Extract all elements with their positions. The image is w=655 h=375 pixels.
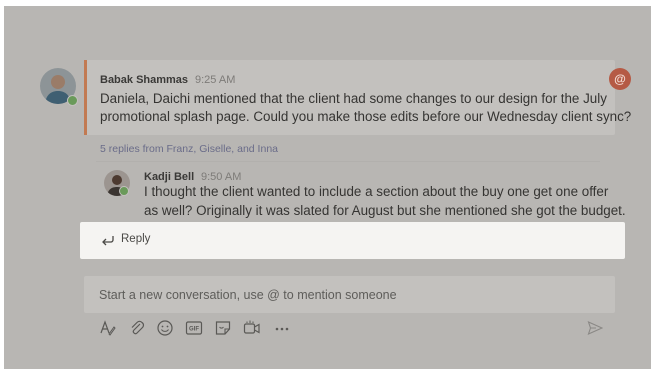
attach-icon[interactable] [128,319,146,337]
gif-label: GIF [189,327,199,333]
reply-message-line2: as well? Originally it was slated for Au… [144,203,626,218]
compose-box[interactable] [84,276,615,313]
presence-available-icon [119,186,129,196]
reply-label: Reply [121,233,151,245]
meet-now-icon[interactable] [243,319,261,337]
gif-icon[interactable]: GIF [185,319,203,337]
reply-button[interactable]: Reply [80,222,625,259]
presence-available-icon [67,95,78,106]
post-accent-bar [84,60,87,135]
post-time: 9:25 AM [195,74,236,86]
compose-input[interactable] [84,276,615,313]
sticker-icon[interactable] [214,319,232,337]
more-options-icon[interactable] [273,319,291,337]
reply-arrow-icon [101,233,115,251]
emoji-icon[interactable] [156,319,174,337]
reply-divider [96,161,600,162]
post-message-line2: promotional splash page. Could you make … [100,109,632,124]
format-icon[interactable] [99,319,117,337]
post-sender[interactable]: Babak Shammas [100,74,188,86]
replies-link[interactable]: 5 replies from Franz, Giselle, and Inna [100,143,278,155]
send-icon[interactable] [587,320,604,336]
mention-icon: @ [609,68,631,90]
